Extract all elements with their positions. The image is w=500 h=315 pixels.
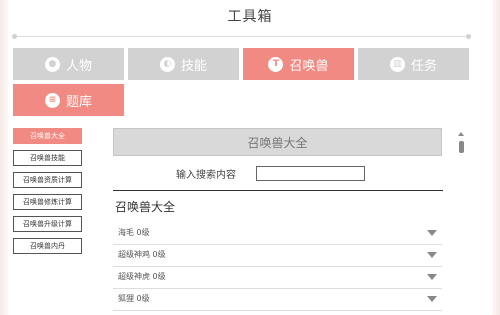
divider-dot-left [12,34,17,39]
list-item[interactable]: 超级神鸡 0级 [113,245,442,267]
tab-skill[interactable]: ◐ 技能 [128,48,239,80]
page-title: 工具箱 [227,9,273,25]
chevron-down-icon [427,296,437,302]
tab-quiz[interactable]: ≡ 题库 [13,84,124,116]
tab-person[interactable]: ● 人物 [13,48,124,80]
list-item[interactable]: 海毛 0级 [113,223,442,245]
list-item-label: 海毛 0级 [118,228,150,237]
title-divider [14,36,468,37]
chevron-down-icon [427,252,437,258]
skill-icon: ◐ [159,56,175,72]
scroll-up-arrow-icon[interactable] [458,132,464,136]
list-item-label: 超级神鸡 0级 [118,250,166,259]
right-edge-shade [492,0,500,315]
left-edge-shade [0,0,8,315]
scrollbar-thumb[interactable] [459,141,464,153]
tab-quiz-label: 题库 [65,94,92,110]
tab-task-label: 任务 [410,58,437,74]
sidebar-item-summon-list[interactable]: 召唤兽大全 [13,128,82,144]
list-item[interactable]: 超级神虎 0级 [113,267,442,289]
chevron-down-icon [427,230,437,236]
task-icon: ▥ [389,56,405,72]
sidebar-item-aptitude-calc[interactable]: 召唤兽资质计算 [13,172,82,188]
content-divider [113,190,443,191]
search-label: 输入搜索内容 [176,170,236,181]
sidebar-item-levelup-calc[interactable]: 召唤兽升级计算 [13,216,82,232]
person-icon: ● [44,56,60,72]
sidebar-item-summon-skills[interactable]: 召唤兽技能 [13,150,82,166]
tab-skill-label: 技能 [180,58,207,74]
tab-summon-label: 召唤兽 [289,58,329,74]
tab-person-label: 人物 [65,58,92,74]
quiz-icon: ≡ [44,92,60,108]
chevron-down-icon [427,274,437,280]
list-item[interactable]: 狐狸 0级 [113,289,442,311]
sidebar-item-cultivation-calc[interactable]: 召唤兽修炼计算 [13,194,82,210]
tab-task[interactable]: ▥ 任务 [358,48,469,80]
list-item-label: 超级神虎 0级 [118,272,166,281]
content-header: 召唤兽大全 [113,128,442,156]
list-item-label: 狐狸 0级 [118,294,150,303]
summon-icon: T [268,56,284,72]
sidebar-item-inner-core[interactable]: 召唤兽内丹 [13,238,82,254]
search-input[interactable] [256,166,365,181]
divider-dot-right [466,34,471,39]
tab-summon[interactable]: T 召唤兽 [243,48,354,80]
section-title: 召唤兽大全 [115,200,176,214]
